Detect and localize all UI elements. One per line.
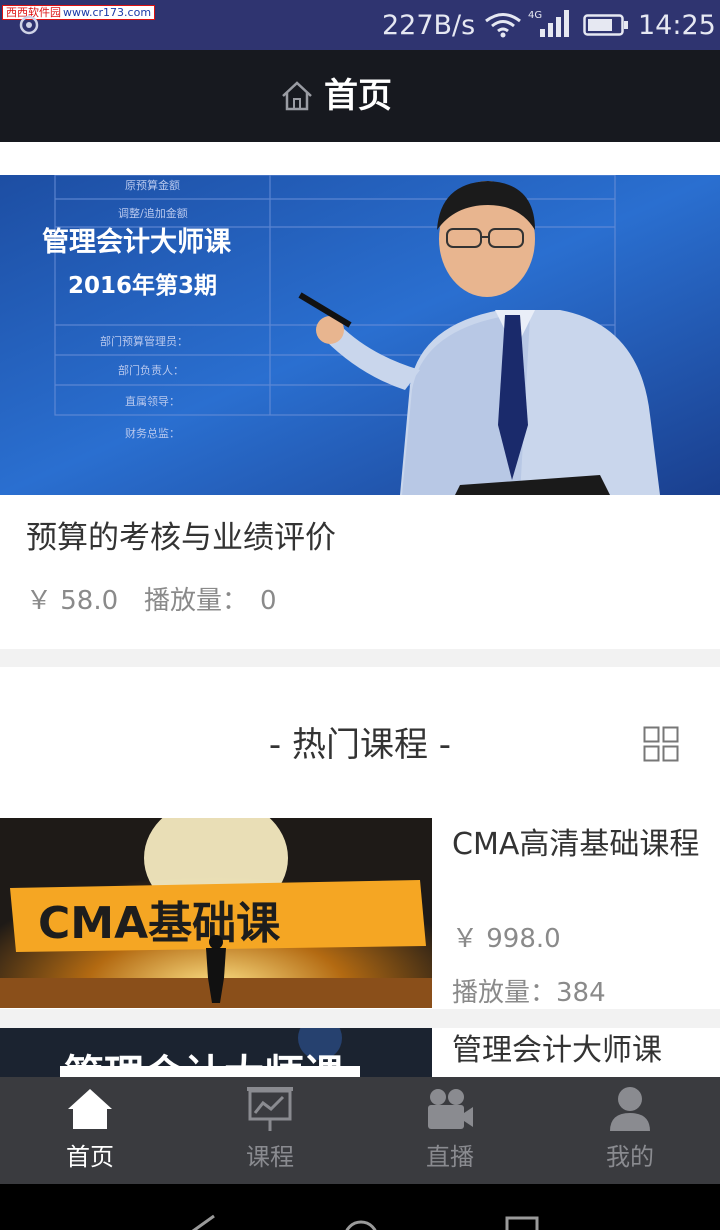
home-icon (68, 1089, 112, 1129)
course-price: ￥ 998.0 (452, 924, 561, 954)
course-play-count: 播放量：384 (452, 978, 606, 1008)
battery-icon (583, 14, 628, 36)
featured-plays-label: 播放量： (144, 586, 249, 616)
banner-row-text: 原预算金额 (125, 178, 180, 192)
banner-row-text: 调整/追加金额 (118, 206, 188, 220)
status-bar: 西西软件园 www.cr173.com 227B/s 4G 14:25 (0, 0, 720, 50)
wifi-icon (485, 13, 521, 38)
course-thumbnail[interactable]: 管理会计大师课 (0, 1028, 432, 1077)
tab-label: 课程 (246, 1143, 294, 1171)
course-list-item[interactable]: CMA基础课 CMA高清基础课程 ￥ 998.0 播放量：384 (0, 818, 720, 1009)
hot-courses-heading: - 热门课程 - (268, 725, 452, 765)
featured-course-price: ￥ 58.0 (26, 586, 119, 616)
banner-row-text: 直属领导： (125, 394, 180, 408)
net-speed: 227B/s (382, 10, 476, 41)
signal-icon: 4G (528, 10, 569, 37)
tab-live[interactable]: 直播 (360, 1077, 540, 1184)
banner-heading: 管理会计大师课 (42, 227, 232, 258)
banner-row-text: 部门预算管理员： (100, 334, 188, 348)
grid-view-icon[interactable] (643, 726, 679, 762)
tab-label: 首页 (66, 1143, 114, 1171)
tab-courses[interactable]: 课程 (180, 1077, 360, 1184)
course-thumbnail[interactable]: CMA基础课 (0, 818, 432, 1008)
back-icon[interactable] (180, 1212, 220, 1230)
page-title: 首页 (324, 76, 392, 116)
section-divider (0, 649, 720, 667)
tab-profile[interactable]: 我的 (540, 1077, 720, 1184)
tab-home[interactable]: 首页 (0, 1077, 180, 1184)
thumbnail-caption: CMA基础课 (38, 898, 281, 949)
featured-banner-art: 原预算金额 调整/追加金额 部门预算管理员： 部门负责人： 直属领导： 财务总监… (0, 175, 720, 495)
user-icon (610, 1087, 650, 1131)
banner-subheading: 2016年第3期 (68, 272, 217, 299)
system-nav-bar (0, 1184, 720, 1230)
thumbnail-caption: 管理会计大师课 (64, 1052, 345, 1077)
row-divider (0, 1009, 720, 1028)
masterclass-thumbnail-art: 管理会计大师课 (0, 1028, 432, 1077)
home-circle-icon[interactable] (341, 1212, 381, 1230)
app-header: 首页 (0, 50, 720, 142)
banner-row-text: 部门负责人： (118, 363, 184, 377)
tab-label: 直播 (426, 1143, 474, 1171)
presentation-icon (247, 1087, 293, 1131)
featured-course-image[interactable]: 原预算金额 调整/追加金额 部门预算管理员： 部门负责人： 直属领导： 财务总监… (0, 175, 720, 495)
tab-label: 我的 (606, 1143, 654, 1171)
network-type-label: 4G (528, 10, 542, 21)
featured-course-title[interactable]: 预算的考核与业绩评价 (26, 518, 336, 558)
bottom-tab-bar: 首页 课程 直播 我的 (0, 1077, 720, 1184)
notification-icon (19, 15, 39, 35)
clock: 14:25 (638, 10, 716, 41)
home-outline-icon (282, 81, 312, 111)
video-camera-icon (428, 1089, 473, 1129)
watermark-url: www.cr173.com (63, 6, 152, 19)
recent-apps-icon[interactable] (502, 1212, 542, 1230)
featured-plays-count: 0 (260, 586, 277, 616)
course-name[interactable]: 管理会计大师课 (452, 1032, 702, 1070)
cma-thumbnail-art: CMA基础课 (0, 818, 432, 1008)
course-name[interactable]: CMA高清基础课程 (452, 826, 702, 864)
banner-row-text: 财务总监： (125, 426, 180, 440)
course-list-item[interactable]: 管理会计大师课 管理会计大师课 (0, 1028, 720, 1077)
